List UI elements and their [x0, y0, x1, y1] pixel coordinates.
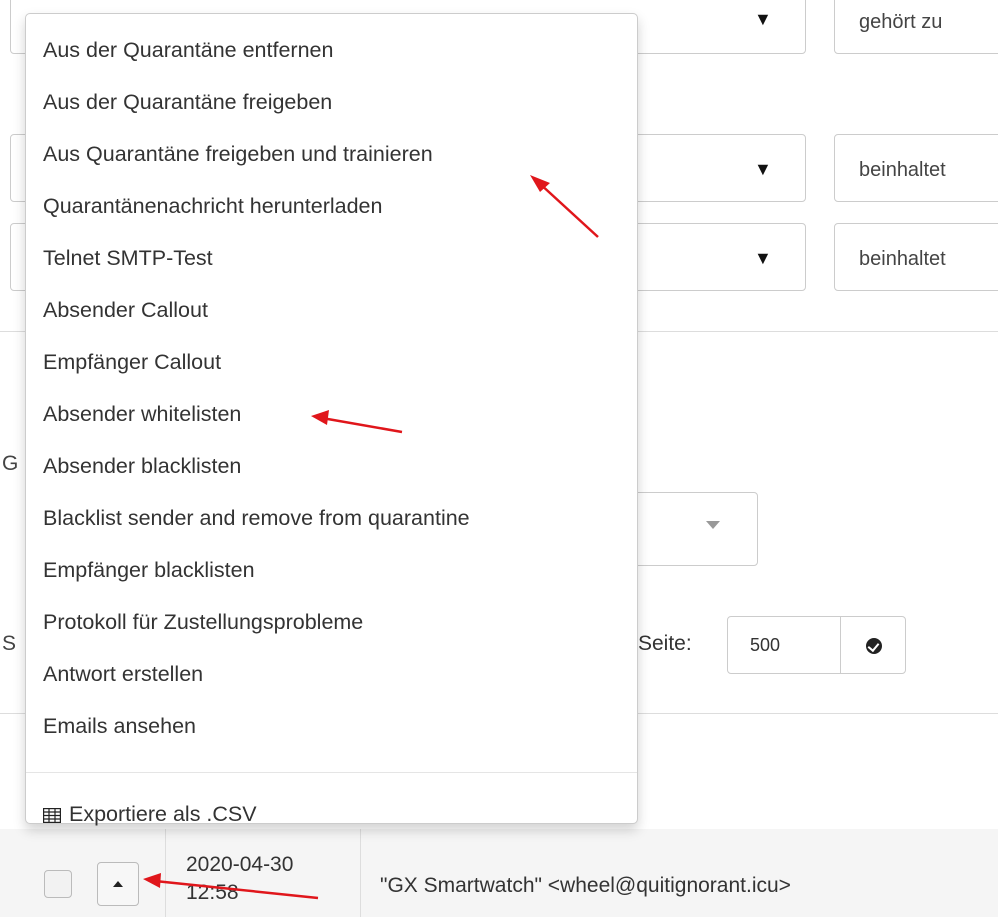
- row-from-cell: "GX Smartwatch" <wheel@quitignorant.icu>: [380, 874, 791, 897]
- menu-item-create-reply[interactable]: Antwort erstellen: [43, 662, 203, 687]
- row-time: 12:58: [186, 881, 239, 904]
- table-row: [0, 829, 998, 917]
- group-label-partial: G: [2, 452, 19, 475]
- filter-field-2-caret-icon: ▼: [754, 159, 772, 179]
- table-grid-icon: [43, 807, 61, 823]
- menu-item-release-and-train[interactable]: Aus Quarantäne freigeben und trainieren: [43, 142, 433, 167]
- group-select-caret-icon: [706, 521, 720, 529]
- menu-item-remove-quarantine[interactable]: Aus der Quarantäne entfernen: [43, 38, 333, 63]
- menu-item-blacklist-sender[interactable]: Absender blacklisten: [43, 454, 241, 479]
- export-csv-label: Exportiere als .CSV: [69, 802, 257, 826]
- row-date-cell: 2020-04-30 12:58: [186, 851, 293, 907]
- menu-item-blacklist-recipient[interactable]: Empfänger blacklisten: [43, 558, 255, 583]
- menu-item-delivery-log[interactable]: Protokoll für Zustellungsprobleme: [43, 610, 363, 635]
- menu-item-download-message[interactable]: Quarantänenachricht herunterladen: [43, 194, 382, 219]
- menu-item-sender-callout[interactable]: Absender Callout: [43, 298, 208, 323]
- filter-field-1-caret-icon: ▼: [754, 9, 772, 29]
- menu-item-view-emails[interactable]: Emails ansehen: [43, 714, 196, 739]
- menu-item-export-csv[interactable]: Exportiere als .CSV: [43, 802, 257, 827]
- per-page-label: Seite:: [638, 632, 692, 655]
- menu-divider: [26, 772, 637, 773]
- filter-operator-2[interactable]: beinhaltet: [834, 134, 998, 202]
- row-actions-toggle-button[interactable]: [97, 862, 139, 906]
- col-separator: [360, 829, 361, 917]
- check-circle-icon: [866, 638, 882, 654]
- per-page-input[interactable]: 500: [727, 616, 841, 674]
- sort-label-partial: S: [2, 632, 17, 655]
- menu-item-blacklist-and-remove[interactable]: Blacklist sender and remove from quarant…: [43, 506, 470, 531]
- row-date: 2020-04-30: [186, 853, 294, 876]
- filter-operator-3[interactable]: beinhaltet: [834, 223, 998, 291]
- filter-operator-2-label: beinhaltet: [859, 159, 946, 181]
- per-page-apply-button[interactable]: [840, 616, 906, 674]
- row-select-checkbox[interactable]: [44, 870, 72, 898]
- menu-item-recipient-callout[interactable]: Empfänger Callout: [43, 350, 221, 375]
- filter-field-3-caret-icon: ▼: [754, 248, 772, 268]
- menu-item-whitelist-sender[interactable]: Absender whitelisten: [43, 402, 241, 427]
- caret-up-icon: [113, 881, 123, 887]
- per-page-value: 500: [750, 635, 781, 655]
- row-actions-menu: Aus der Quarantäne entfernen Aus der Qua…: [25, 13, 638, 827]
- menu-item-release-quarantine[interactable]: Aus der Quarantäne freigeben: [43, 90, 332, 115]
- menu-item-telnet-smtp-test[interactable]: Telnet SMTP-Test: [43, 246, 213, 271]
- filter-operator-3-label: beinhaltet: [859, 248, 946, 270]
- filter-operator-1-label: gehört zu: [859, 11, 943, 33]
- filter-operator-1[interactable]: gehört zu: [834, 0, 998, 54]
- col-separator: [165, 829, 166, 917]
